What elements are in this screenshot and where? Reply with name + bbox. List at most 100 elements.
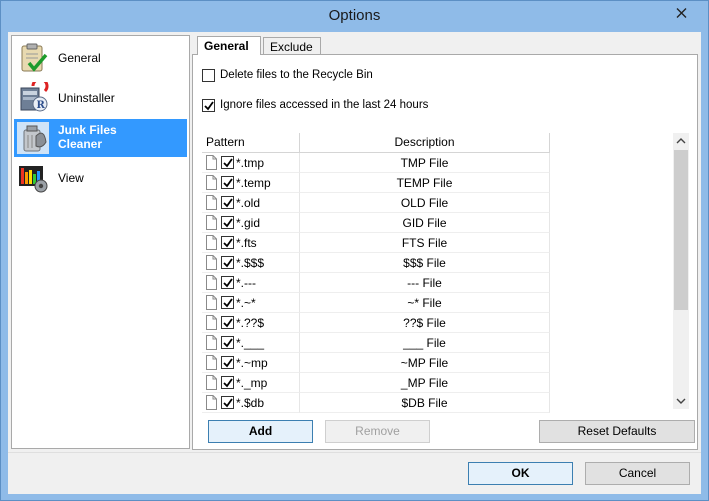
pattern-text: *.$$$ (236, 256, 265, 270)
table-row[interactable]: *.$$$ $$$ File (202, 253, 550, 273)
table-row[interactable]: *.temp TEMP File (202, 173, 550, 193)
table-row[interactable]: *.~mp ~MP File (202, 353, 550, 373)
table-row[interactable]: *.$db $DB File (202, 393, 550, 413)
description-cell: GID File (300, 213, 550, 233)
scroll-up-button[interactable] (673, 133, 689, 150)
pattern-text: *.gid (236, 216, 261, 230)
close-button[interactable] (660, 2, 704, 24)
row-checkbox[interactable] (221, 376, 234, 389)
check-icon (223, 178, 233, 188)
row-checkbox[interactable] (221, 256, 234, 269)
nav-item-view[interactable]: View (14, 159, 187, 197)
row-checkbox[interactable] (221, 276, 234, 289)
recycle-bin-label: Delete files to the Recycle Bin (220, 69, 373, 81)
row-checkbox[interactable] (221, 216, 234, 229)
description-cell: ~MP File (300, 353, 550, 373)
general-panel: Delete files to the Recycle Bin Ignore f… (192, 54, 698, 450)
description-text: _MP File (400, 376, 449, 390)
pattern-cell: *.tmp (202, 153, 300, 173)
pattern-text: *.??$ (236, 316, 265, 330)
scroll-thumb[interactable] (674, 150, 688, 310)
check-icon (223, 378, 233, 388)
table-row[interactable]: *.old OLD File (202, 193, 550, 213)
file-icon (206, 355, 217, 370)
row-checkbox[interactable] (221, 196, 234, 209)
nav-item-general[interactable]: General (14, 39, 187, 77)
file-icon (206, 195, 217, 210)
pattern-text: *._mp (236, 376, 268, 390)
ok-button[interactable]: OK (468, 462, 573, 485)
nav-item-uninstaller[interactable]: R Uninstaller (14, 79, 187, 117)
nav-item-junk-files-cleaner[interactable]: Junk Files Cleaner (14, 119, 187, 157)
reset-defaults-button[interactable]: Reset Defaults (539, 420, 695, 443)
table-row[interactable]: *.fts FTS File (202, 233, 550, 253)
ignore-recent-checkbox[interactable] (202, 99, 215, 112)
view-equalizer-icon (19, 166, 48, 193)
file-icon (206, 315, 217, 330)
chevron-up-icon (676, 138, 686, 144)
title-bar[interactable]: Options (1, 1, 708, 32)
column-header-description[interactable]: Description (300, 133, 550, 153)
table-row[interactable]: *.--- --- File (202, 273, 550, 293)
pattern-list[interactable]: Pattern Description *.tmp TMP File *.temp T… (202, 133, 689, 413)
description-text: ??$ File (403, 316, 446, 330)
description-text: ~MP File (400, 356, 449, 370)
row-checkbox[interactable] (221, 296, 234, 309)
close-icon (676, 8, 687, 18)
description-text: FTS File (401, 236, 448, 250)
table-row[interactable]: *.~* ~* File (202, 293, 550, 313)
pattern-cell: *.--- (202, 273, 300, 293)
uninstaller-icon: R (20, 82, 49, 112)
table-row[interactable]: *.??$ ??$ File (202, 313, 550, 333)
recycle-bin-checkbox[interactable] (202, 69, 215, 82)
description-cell: FTS File (300, 233, 550, 253)
row-checkbox[interactable] (221, 356, 234, 369)
tab-exclude[interactable]: Exclude (263, 37, 321, 55)
pattern-text: *.--- (236, 276, 256, 290)
pattern-cell: *.~* (202, 293, 300, 313)
remove-button[interactable]: Remove (325, 420, 430, 443)
file-icon (206, 335, 217, 350)
row-checkbox[interactable] (221, 336, 234, 349)
description-cell: ~* File (300, 293, 550, 313)
pattern-text: *.fts (236, 236, 257, 250)
file-icon (206, 155, 217, 170)
file-icon (206, 215, 217, 230)
row-checkbox[interactable] (221, 236, 234, 249)
tab-general[interactable]: General (197, 36, 261, 55)
tab-strip: General Exclude (197, 36, 697, 55)
vertical-scrollbar[interactable] (673, 133, 689, 409)
check-icon (204, 101, 214, 111)
file-icon (206, 235, 217, 250)
table-row[interactable]: *.gid GID File (202, 213, 550, 233)
column-header-pattern[interactable]: Pattern (202, 133, 300, 153)
nav-item-label: View (58, 171, 84, 185)
row-checkbox[interactable] (221, 176, 234, 189)
check-icon (223, 318, 233, 328)
row-checkbox[interactable] (221, 156, 234, 169)
table-row[interactable]: *.___ ___ File (202, 333, 550, 353)
description-text: TMP File (400, 156, 449, 170)
description-cell: ??$ File (300, 313, 550, 333)
table-row[interactable]: *.tmp TMP File (202, 153, 550, 173)
add-button[interactable]: Add (208, 420, 313, 443)
check-icon (223, 338, 233, 348)
options-nav: General R Uninstaller Junk Files Cleaner… (11, 35, 190, 449)
scroll-down-button[interactable] (673, 392, 689, 409)
description-text: ~* File (407, 296, 442, 310)
chevron-down-icon (676, 398, 686, 404)
pattern-text: *.old (236, 196, 261, 210)
pattern-cell: *.old (202, 193, 300, 213)
description-text: $$$ File (403, 256, 446, 270)
svg-text:R: R (37, 100, 46, 111)
row-checkbox[interactable] (221, 316, 234, 329)
cancel-button[interactable]: Cancel (585, 462, 690, 485)
table-row[interactable]: *._mp _MP File (202, 373, 550, 393)
description-text: $DB File (401, 396, 448, 410)
description-text: --- File (407, 276, 442, 290)
description-text: TEMP File (396, 176, 453, 190)
row-checkbox[interactable] (221, 396, 234, 409)
description-cell: --- File (300, 273, 550, 293)
pattern-cell: *.gid (202, 213, 300, 233)
check-icon (223, 198, 233, 208)
